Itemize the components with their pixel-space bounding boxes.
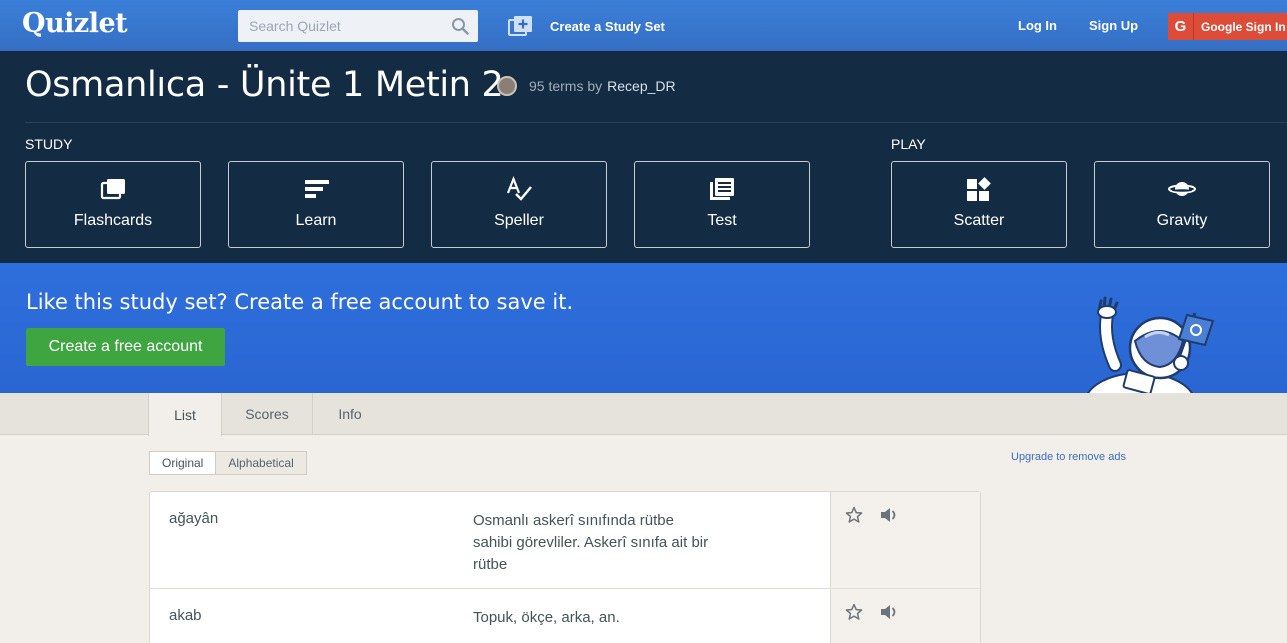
sort-original-button[interactable]: Original (149, 451, 217, 475)
term-count: 95 terms by (529, 78, 603, 94)
signup-promo-banner: Like this study set? Create a free accou… (0, 263, 1287, 393)
scatter-icon (967, 177, 991, 201)
term-word: ağayân (169, 510, 219, 527)
add-set-icon (508, 16, 532, 36)
gravity-icon (1168, 182, 1196, 196)
audio-icon[interactable] (879, 603, 899, 621)
scatter-label: Scatter (953, 212, 1005, 229)
scatter-button[interactable]: Scatter (891, 161, 1067, 248)
speller-button[interactable]: Speller (431, 161, 607, 248)
star-icon[interactable] (845, 506, 863, 524)
create-account-button[interactable]: Create a free account (26, 328, 225, 366)
test-icon (710, 178, 734, 200)
term-list: ağayân Osmanlı askerî sınıfında rütbe sa… (149, 491, 981, 643)
top-navbar: Quizlet Create a Study Set Log In Sign U… (0, 0, 1287, 51)
google-icon: G (1168, 13, 1194, 40)
create-study-set-link[interactable]: Create a Study Set (508, 13, 665, 39)
avatar[interactable] (497, 76, 517, 96)
astronaut-illustration (1086, 296, 1215, 393)
test-label: Test (707, 212, 737, 229)
search-icon[interactable] (451, 17, 469, 35)
search-input[interactable] (238, 10, 438, 42)
flashcards-icon (100, 179, 125, 200)
speller-icon (506, 176, 532, 201)
google-sign-in-button[interactable]: G Google Sign In (1168, 13, 1287, 40)
promo-text: Like this study set? Create a free accou… (26, 290, 574, 314)
owner-username-link[interactable]: Recep_DR (607, 78, 675, 94)
term-definition: Topuk, ökçe, arka, an. (473, 609, 620, 626)
header-divider (25, 122, 1287, 123)
sort-alphabetical-button[interactable]: Alphabetical (216, 451, 307, 475)
tab-info[interactable]: Info (313, 393, 387, 435)
term-row: ağayân Osmanlı askerî sınıfında rütbe sa… (150, 492, 980, 589)
set-owner-info: 95 terms by Recep_DR (497, 76, 676, 96)
set-tabs: List Scores Info (0, 393, 1287, 436)
term-row: akab Topuk, ökçe, arka, an. (150, 589, 980, 643)
star-icon[interactable] (845, 603, 863, 621)
term-actions (830, 589, 980, 643)
tab-scores[interactable]: Scores (222, 393, 313, 435)
speller-label: Speller (494, 212, 544, 229)
learn-button[interactable]: Learn (228, 161, 404, 248)
term-word: akab (169, 607, 202, 624)
page-title: Osmanlıca - Ünite 1 Metin 2 (25, 65, 504, 105)
search-box[interactable] (238, 10, 478, 42)
study-section-label: STUDY (25, 136, 73, 152)
login-link[interactable]: Log In (1018, 18, 1057, 33)
flashcards-button[interactable]: Flashcards (25, 161, 201, 248)
learn-icon (305, 180, 329, 198)
learn-label: Learn (295, 212, 337, 229)
gravity-label: Gravity (1156, 212, 1208, 229)
term-actions (830, 492, 980, 588)
upgrade-remove-ads-link[interactable]: Upgrade to remove ads (1011, 451, 1126, 463)
create-set-label: Create a Study Set (550, 18, 665, 34)
signup-link[interactable]: Sign Up (1089, 18, 1138, 33)
sort-toggle: Original Alphabetical (149, 451, 307, 475)
test-button[interactable]: Test (634, 161, 810, 248)
audio-icon[interactable] (879, 506, 899, 524)
tab-list[interactable]: List (148, 393, 222, 436)
gravity-button[interactable]: Gravity (1094, 161, 1270, 248)
flashcards-label: Flashcards (73, 212, 153, 229)
term-definition: Osmanlı askerî sınıfında rütbe sahibi gö… (473, 512, 709, 573)
play-section-label: PLAY (891, 136, 926, 152)
quizlet-logo[interactable]: Quizlet (22, 8, 128, 39)
google-sign-in-label: Google Sign In (1201, 19, 1286, 34)
set-header: Osmanlıca - Ünite 1 Metin 2 95 terms by … (0, 51, 1287, 263)
